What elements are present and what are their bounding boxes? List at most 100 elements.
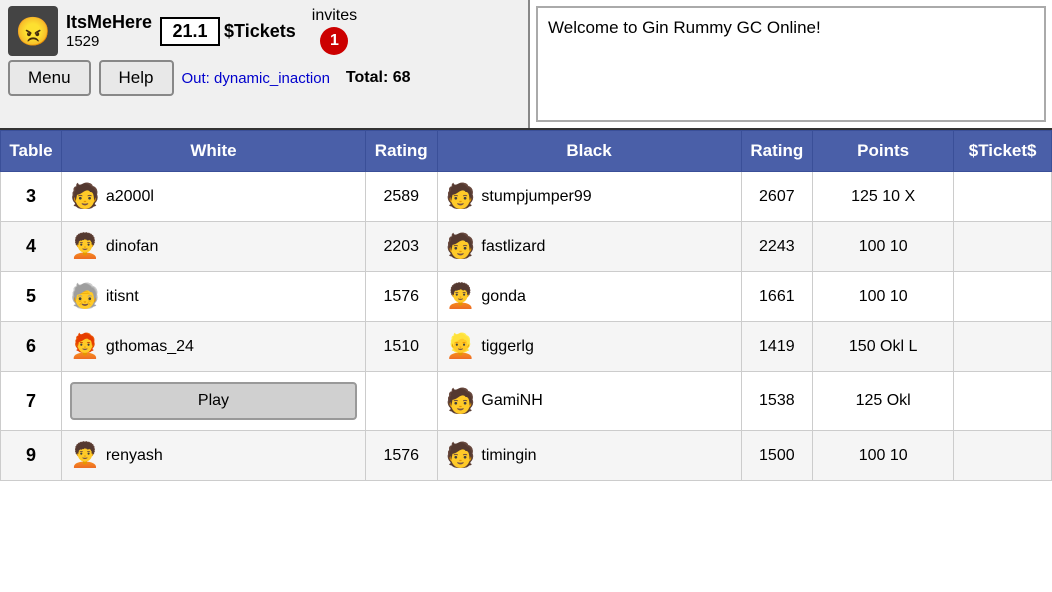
col-header-white: White [61, 131, 365, 172]
cell-table-num: 6 [1, 322, 62, 372]
cell-tickets [954, 272, 1052, 322]
header-bottom-row: Menu Help Out: dynamic_inaction Total: 6… [8, 60, 520, 96]
white-player-name: itisnt [106, 288, 139, 306]
table-header-row: Table White Rating Black Rating Points $… [1, 131, 1052, 172]
out-status: Out: dynamic_inaction [182, 70, 330, 87]
black-player-icon: 🧑 [446, 387, 476, 416]
cell-points: 125 10 X [813, 172, 954, 222]
cell-white-rating: 1510 [365, 322, 437, 372]
cell-white-player: 🧑‍🦱 renyash [61, 431, 365, 481]
cell-white-rating: 2589 [365, 172, 437, 222]
col-header-table: Table [1, 131, 62, 172]
white-player-icon: 🧑 [70, 182, 100, 211]
cell-black-rating: 1500 [741, 431, 813, 481]
cell-tickets [954, 172, 1052, 222]
black-player-name: tiggerlg [481, 338, 533, 356]
cell-table-num: 4 [1, 222, 62, 272]
black-player-icon: 👱 [446, 332, 476, 361]
cell-white-player: 🧑 a2000l [61, 172, 365, 222]
white-player-icon: 🧑‍🦰 [70, 332, 100, 361]
col-header-tickets: $Ticket$ [954, 131, 1052, 172]
white-player-icon: 🧑‍🦱 [70, 441, 100, 470]
table-row[interactable]: 5 🧓 itisnt 1576 🧑‍🦱 gonda 1661100 10 [1, 272, 1052, 322]
cell-white-player: 🧑‍🦱 dinofan [61, 222, 365, 272]
cell-white-rating: 1576 [365, 431, 437, 481]
user-rating: 1529 [66, 33, 152, 50]
header-bar: 😠 ItsMeHere 1529 21.1 $Tickets invites 1… [0, 0, 1052, 130]
white-player-icon: 🧓 [70, 282, 100, 311]
cell-black-rating: 2607 [741, 172, 813, 222]
white-player-name: gthomas_24 [106, 338, 194, 356]
cell-black-player: 🧑 GamiNH [437, 372, 741, 431]
table-row[interactable]: 6 🧑‍🦰 gthomas_24 1510 👱 tiggerlg 1419150 Okl L [1, 322, 1052, 372]
cell-table-num: 5 [1, 272, 62, 322]
tickets-block: 21.1 $Tickets [160, 17, 296, 46]
invites-badge[interactable]: 1 [320, 27, 348, 55]
table-row[interactable]: 7Play 🧑 GamiNH 1538125 Okl [1, 372, 1052, 431]
black-player-name: stumpjumper99 [481, 188, 591, 206]
cell-white-rating: 1576 [365, 272, 437, 322]
header-top-row: 😠 ItsMeHere 1529 21.1 $Tickets invites 1 [8, 6, 520, 56]
cell-table-num: 7 [1, 372, 62, 431]
play-button[interactable]: Play [70, 382, 357, 420]
game-table: Table White Rating Black Rating Points $… [0, 130, 1052, 481]
black-player-icon: 🧑‍🦱 [446, 282, 476, 311]
cell-white-rating: 2203 [365, 222, 437, 272]
col-header-black: Black [437, 131, 741, 172]
cell-tickets [954, 431, 1052, 481]
cell-white-player[interactable]: Play [61, 372, 365, 431]
col-header-points: Points [813, 131, 954, 172]
cell-black-rating: 1661 [741, 272, 813, 322]
cell-tickets [954, 372, 1052, 431]
cell-points: 100 10 [813, 431, 954, 481]
cell-black-player: 🧑‍🦱 gonda [437, 272, 741, 322]
white-player-name: dinofan [106, 238, 159, 256]
cell-black-rating: 2243 [741, 222, 813, 272]
black-player-name: gonda [481, 288, 526, 306]
cell-table-num: 3 [1, 172, 62, 222]
col-header-rating-white: Rating [365, 131, 437, 172]
invites-block[interactable]: invites 1 [312, 7, 357, 55]
username: ItsMeHere [66, 12, 152, 33]
cell-points: 150 Okl L [813, 322, 954, 372]
white-player-name: renyash [106, 447, 163, 465]
username-block: ItsMeHere 1529 [66, 12, 152, 50]
black-player-name: fastlizard [481, 238, 545, 256]
invites-label: invites [312, 7, 357, 25]
help-button[interactable]: Help [99, 60, 174, 96]
cell-white-player: 🧑‍🦰 gthomas_24 [61, 322, 365, 372]
user-avatar: 😠 [8, 6, 58, 56]
black-player-icon: 🧑 [446, 182, 476, 211]
white-player-icon: 🧑‍🦱 [70, 232, 100, 261]
white-player-name: a2000l [106, 188, 154, 206]
black-player-name: timingin [481, 447, 536, 465]
cell-black-rating: 1419 [741, 322, 813, 372]
black-player-name: GamiNH [481, 392, 542, 410]
cell-black-player: 🧑 stumpjumper99 [437, 172, 741, 222]
black-player-icon: 🧑 [446, 441, 476, 470]
black-player-icon: 🧑 [446, 232, 476, 261]
cell-black-rating: 1538 [741, 372, 813, 431]
cell-black-player: 👱 tiggerlg [437, 322, 741, 372]
table-row[interactable]: 4 🧑‍🦱 dinofan 2203 🧑 fastlizard 2243100 10 [1, 222, 1052, 272]
cell-table-num: 9 [1, 431, 62, 481]
cell-points: 100 10 [813, 222, 954, 272]
tickets-value: 21.1 [160, 17, 220, 46]
welcome-panel: Welcome to Gin Rummy GC Online! [536, 6, 1046, 122]
cell-points: 125 Okl [813, 372, 954, 431]
cell-black-player: 🧑 timingin [437, 431, 741, 481]
tickets-label: $Tickets [224, 21, 296, 42]
col-header-rating-black: Rating [741, 131, 813, 172]
table-row[interactable]: 3 🧑 a2000l 2589 🧑 stumpjumper99 2607125 10 X [1, 172, 1052, 222]
table-row[interactable]: 9 🧑‍🦱 renyash 1576 🧑 timingin 1500100 10 [1, 431, 1052, 481]
header-left-panel: 😠 ItsMeHere 1529 21.1 $Tickets invites 1… [0, 0, 530, 128]
total-count: Total: 68 [346, 69, 411, 87]
welcome-message: Welcome to Gin Rummy GC Online! [548, 18, 821, 37]
menu-button[interactable]: Menu [8, 60, 91, 96]
cell-points: 100 10 [813, 272, 954, 322]
cell-tickets [954, 322, 1052, 372]
cell-white-rating [365, 372, 437, 431]
cell-black-player: 🧑 fastlizard [437, 222, 741, 272]
cell-white-player: 🧓 itisnt [61, 272, 365, 322]
cell-tickets [954, 222, 1052, 272]
